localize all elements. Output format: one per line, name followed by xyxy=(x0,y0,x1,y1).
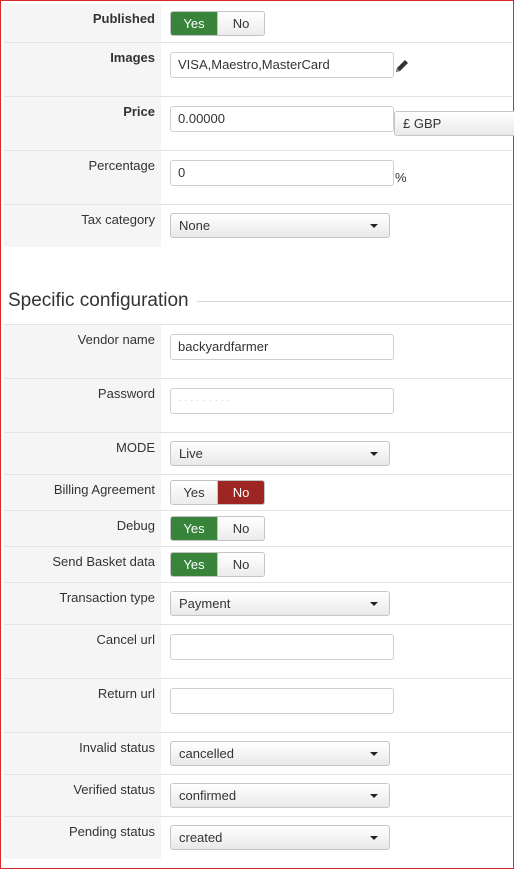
percentage-field[interactable]: 0 xyxy=(170,160,394,186)
send-basket-label: Send Basket data xyxy=(52,554,155,569)
pending-status-select[interactable]: created xyxy=(170,825,390,850)
currency-value: £ GBP xyxy=(403,116,442,131)
tax-category-select[interactable]: None xyxy=(170,213,390,238)
debug-label: Debug xyxy=(116,518,155,533)
transaction-type-label: Transaction type xyxy=(59,590,155,605)
chevron-down-icon xyxy=(370,602,378,606)
billing-agreement-toggle[interactable]: Yes No xyxy=(170,480,265,505)
mode-label: MODE xyxy=(116,440,155,455)
row-verified-status: Verified status confirmed xyxy=(4,774,512,817)
row-price: Price 0.00000 £ GBP xyxy=(4,96,514,151)
chevron-down-icon xyxy=(370,224,378,228)
invalid-status-label: Invalid status xyxy=(79,740,155,755)
row-debug: Debug Yes No xyxy=(4,510,512,547)
row-transaction-type: Transaction type Payment xyxy=(4,582,512,625)
images-label: Images xyxy=(110,50,155,65)
return-url-label: Return url xyxy=(97,686,155,701)
row-percentage: Percentage 0 % xyxy=(4,150,512,205)
send-basket-no-button[interactable]: No xyxy=(217,553,264,576)
invalid-status-select[interactable]: cancelled xyxy=(170,741,390,766)
return-url-field[interactable] xyxy=(170,688,394,714)
currency-select[interactable]: £ GBP xyxy=(394,111,514,136)
row-tax-category: Tax category None xyxy=(4,204,512,247)
price-label: Price xyxy=(123,104,155,119)
percent-suffix: % xyxy=(395,170,407,185)
debug-yes-button[interactable]: Yes xyxy=(171,517,217,540)
send-basket-toggle[interactable]: Yes No xyxy=(170,552,265,577)
chevron-down-icon xyxy=(370,794,378,798)
send-basket-yes-button[interactable]: Yes xyxy=(171,553,217,576)
tax-category-label: Tax category xyxy=(81,212,155,227)
published-toggle[interactable]: Yes No xyxy=(170,11,265,36)
row-vendor-name: Vendor name backyardfarmer xyxy=(4,324,512,379)
chevron-down-icon xyxy=(370,752,378,756)
vendor-name-label: Vendor name xyxy=(77,332,155,347)
transaction-type-select[interactable]: Payment xyxy=(170,591,390,616)
debug-toggle[interactable]: Yes No xyxy=(170,516,265,541)
billing-yes-button[interactable]: Yes xyxy=(171,481,217,504)
verified-status-label: Verified status xyxy=(73,782,155,797)
row-pending-status: Pending status created xyxy=(4,816,512,859)
row-password: Password · · · · · · · · · xyxy=(4,378,512,433)
row-published: Published Yes No xyxy=(4,4,512,42)
images-field[interactable]: VISA,Maestro,MasterCard xyxy=(170,52,394,78)
verified-status-select[interactable]: confirmed xyxy=(170,783,390,808)
row-invalid-status: Invalid status cancelled xyxy=(4,732,512,775)
row-images: Images VISA,Maestro,MasterCard xyxy=(4,42,512,97)
price-field[interactable]: 0.00000 xyxy=(170,106,394,132)
row-send-basket: Send Basket data Yes No xyxy=(4,546,512,583)
percentage-label: Percentage xyxy=(88,158,156,173)
section-title: Specific configuration xyxy=(8,290,189,311)
billing-agreement-label: Billing Agreement xyxy=(53,482,155,497)
chevron-down-icon xyxy=(370,452,378,456)
chevron-down-icon xyxy=(370,836,378,840)
row-billing-agreement: Billing Agreement Yes No xyxy=(4,474,512,511)
mode-select[interactable]: Live xyxy=(170,441,390,466)
vendor-name-field[interactable]: backyardfarmer xyxy=(170,334,394,360)
cancel-url-label: Cancel url xyxy=(96,632,155,647)
pending-status-label: Pending status xyxy=(68,824,155,839)
published-label: Published xyxy=(92,11,155,26)
row-return-url: Return url xyxy=(4,678,512,733)
pencil-icon[interactable] xyxy=(394,58,410,74)
row-mode: MODE Live xyxy=(4,432,512,475)
billing-no-button[interactable]: No xyxy=(217,481,264,504)
section-divider xyxy=(197,301,512,302)
password-label: Password xyxy=(97,386,155,401)
debug-no-button[interactable]: No xyxy=(217,517,264,540)
published-no-button[interactable]: No xyxy=(217,12,264,35)
password-field[interactable]: · · · · · · · · · xyxy=(170,388,394,414)
published-yes-button[interactable]: Yes xyxy=(171,12,217,35)
row-cancel-url: Cancel url xyxy=(4,624,512,679)
cancel-url-field[interactable] xyxy=(170,634,394,660)
